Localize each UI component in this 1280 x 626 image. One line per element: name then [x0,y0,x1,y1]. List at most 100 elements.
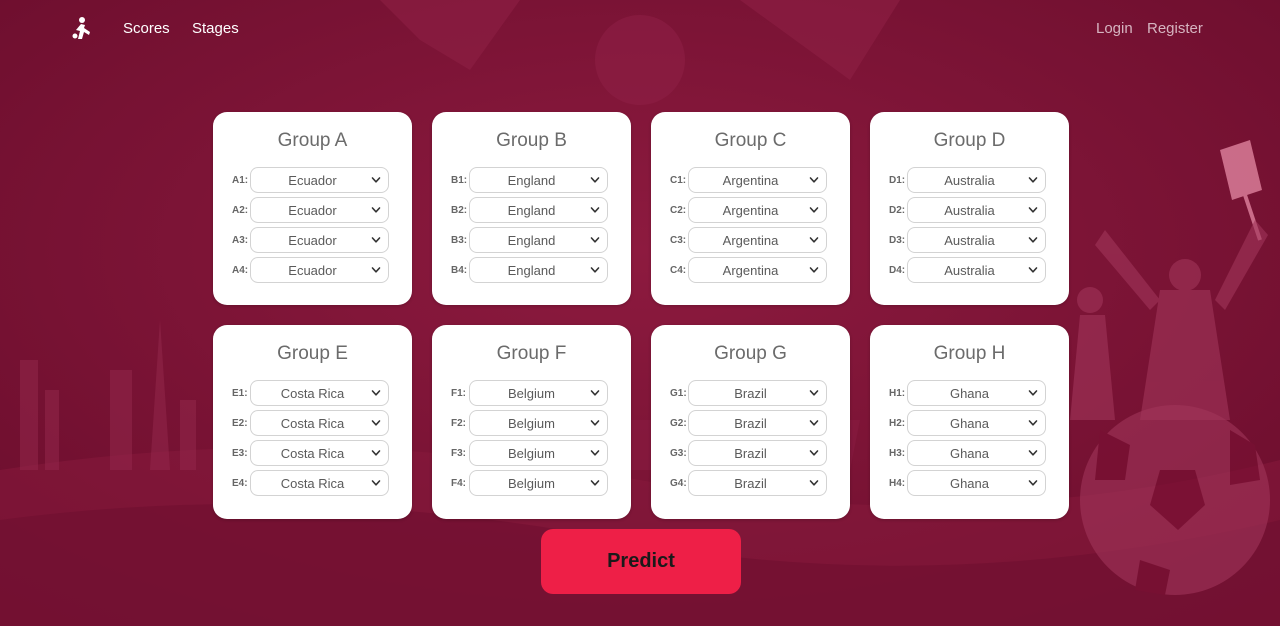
team-select[interactable]: Brazil [688,440,827,466]
group-slot-row: B4: England [432,255,631,285]
navbar: Scores Stages Login Register [0,0,1280,58]
groups-grid: Group A A1: Ecuador A2: Ecuador A3: Ecuador A4:… [213,112,1069,519]
group-slot-row: H4: Ghana [870,468,1069,498]
group-slot-row: F1: Belgium [432,378,631,408]
group-slot-row: A4: Ecuador [213,255,412,285]
group-slot-row: E2: Costa Rica [213,408,412,438]
chevron-down-icon [809,420,819,426]
team-select[interactable]: Argentina [688,197,827,223]
team-select[interactable]: Costa Rica [250,410,389,436]
slot-label: D2: [889,204,906,216]
login-link[interactable]: Login [1096,20,1133,37]
group-title: Group B [496,130,567,151]
team-select-value: Ecuador [288,232,337,248]
nav-stages-link[interactable]: Stages [192,20,239,37]
chevron-down-icon [1028,480,1038,486]
chevron-down-icon [590,450,600,456]
team-select[interactable]: Ecuador [250,257,389,283]
slot-label: D1: [889,174,906,186]
chevron-down-icon [371,207,381,213]
slot-label: D3: [889,234,906,246]
team-select[interactable]: England [469,197,608,223]
chevron-down-icon [1028,207,1038,213]
slot-label: C2: [670,204,687,216]
chevron-down-icon [371,237,381,243]
team-select[interactable]: Argentina [688,227,827,253]
slot-label: E3: [232,447,248,459]
slot-label: F4: [451,477,466,489]
team-select[interactable]: Belgium [469,380,608,406]
slot-label: H4: [889,477,906,489]
group-slot-row: F3: Belgium [432,438,631,468]
chevron-down-icon [1028,177,1038,183]
team-select[interactable]: Brazil [688,470,827,496]
group-slot-row: A2: Ecuador [213,195,412,225]
register-link[interactable]: Register [1147,20,1203,37]
group-slot-row: C3: Argentina [651,225,850,255]
team-select[interactable]: Argentina [688,257,827,283]
chevron-down-icon [1028,267,1038,273]
group-slot-row: E4: Costa Rica [213,468,412,498]
nav-scores-link[interactable]: Scores [123,20,170,37]
team-select[interactable]: Belgium [469,440,608,466]
team-select-value: Argentina [722,262,779,278]
slot-label: H2: [889,417,906,429]
slot-label: G2: [670,417,687,429]
team-select-value: Ghana [949,385,990,401]
chevron-down-icon [1028,237,1038,243]
team-select-value: Belgium [508,385,555,401]
group-slot-row: C4: Argentina [651,255,850,285]
chevron-down-icon [809,267,819,273]
group-slot-row: E1: Costa Rica [213,378,412,408]
chevron-down-icon [590,207,600,213]
team-select[interactable]: England [469,227,608,253]
team-select[interactable]: Ghana [907,410,1046,436]
team-select[interactable]: Ecuador [250,197,389,223]
team-select[interactable]: Ecuador [250,167,389,193]
team-select[interactable]: Australia [907,197,1046,223]
group-slot-row: G1: Brazil [651,378,850,408]
team-select-value: Belgium [508,445,555,461]
team-select[interactable]: England [469,167,608,193]
team-select[interactable]: Argentina [688,167,827,193]
team-select[interactable]: Belgium [469,410,608,436]
team-select[interactable]: Australia [907,227,1046,253]
team-select[interactable]: Australia [907,257,1046,283]
chevron-down-icon [590,420,600,426]
group-card: Group F F1: Belgium F2: Belgium F3: Belgium F4:… [432,325,631,519]
team-select-value: England [507,232,556,248]
slot-label: B2: [451,204,468,216]
group-title: Group G [714,343,787,364]
team-select-value: Australia [944,172,995,188]
team-select[interactable]: Ecuador [250,227,389,253]
group-card: Group A A1: Ecuador A2: Ecuador A3: Ecuador A4:… [213,112,412,305]
group-slot-row: E3: Costa Rica [213,438,412,468]
slot-label: F1: [451,387,466,399]
team-select-value: Ecuador [288,202,337,218]
chevron-down-icon [371,267,381,273]
team-select-value: Australia [944,262,995,278]
chevron-down-icon [590,177,600,183]
chevron-down-icon [371,390,381,396]
team-select[interactable]: Australia [907,167,1046,193]
predict-button-label: Predict [607,550,675,572]
team-select[interactable]: Ghana [907,380,1046,406]
chevron-down-icon [590,237,600,243]
predict-button[interactable]: Predict [541,529,741,594]
team-select[interactable]: Brazil [688,380,827,406]
team-select[interactable]: Belgium [469,470,608,496]
team-select[interactable]: Costa Rica [250,470,389,496]
group-slot-row: H3: Ghana [870,438,1069,468]
team-select[interactable]: Costa Rica [250,380,389,406]
group-card: Group C C1: Argentina C2: Argentina C3: Argent… [651,112,850,305]
group-title: Group D [933,130,1006,151]
team-select-value: Argentina [722,232,779,248]
team-select[interactable]: Ghana [907,470,1046,496]
player-logo-icon[interactable] [70,16,92,40]
team-select[interactable]: Costa Rica [250,440,389,466]
team-select-value: England [507,262,556,278]
team-select[interactable]: England [469,257,608,283]
team-select[interactable]: Brazil [688,410,827,436]
team-select[interactable]: Ghana [907,440,1046,466]
group-slot-row: D2: Australia [870,195,1069,225]
